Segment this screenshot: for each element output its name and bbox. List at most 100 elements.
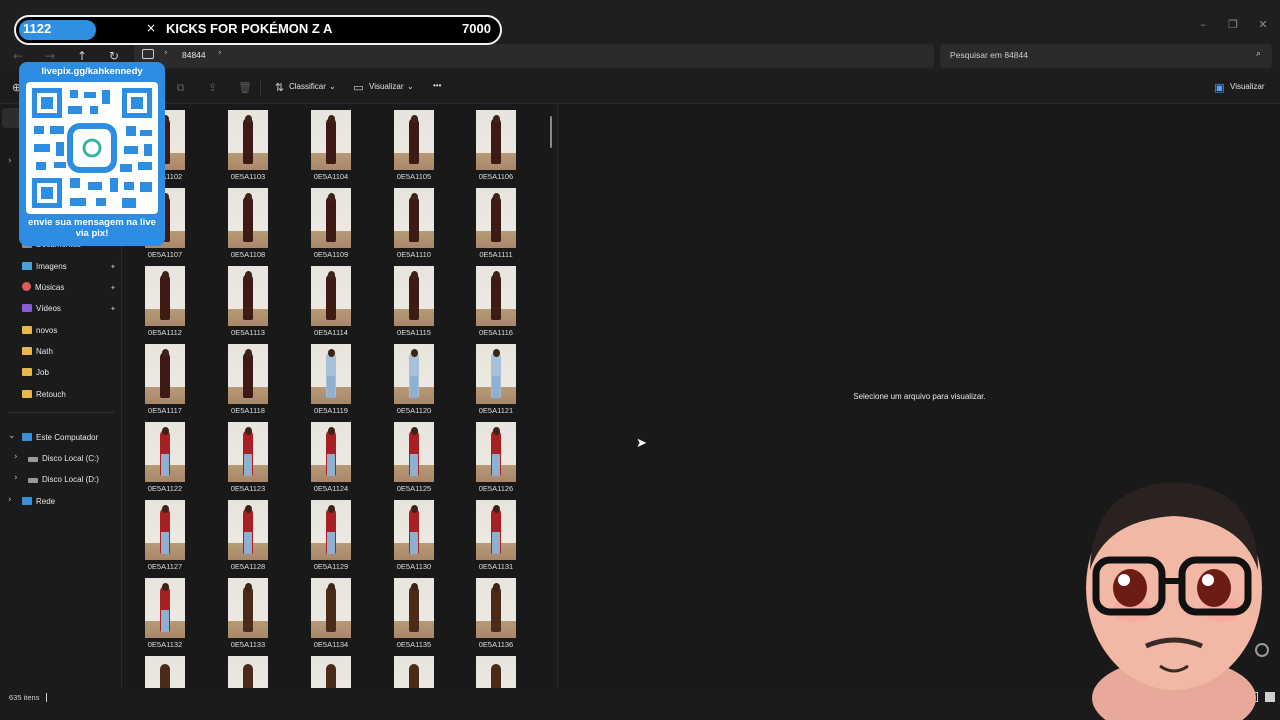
- sidebar-item-drive-d[interactable]: Disco Local (D:): [28, 473, 99, 487]
- file-name[interactable]: 0E5A1123: [213, 484, 283, 493]
- file-thumbnail[interactable]: [228, 344, 268, 404]
- file-thumbnail[interactable]: [311, 578, 351, 638]
- scrollbar-thumb[interactable]: [550, 116, 552, 148]
- file-name[interactable]: 0E5A1119: [296, 406, 366, 415]
- sort-icon[interactable]: ⇅: [273, 81, 286, 94]
- copy-icon[interactable]: ⧉: [174, 81, 187, 94]
- file-name[interactable]: 0E5A1114: [296, 328, 366, 337]
- file-thumbnail[interactable]: [145, 500, 185, 560]
- sidebar-item-network[interactable]: Rede: [22, 495, 55, 509]
- file-thumbnail[interactable]: [311, 266, 351, 326]
- expand-chevron-icon[interactable]: ⌄: [8, 431, 16, 441]
- file-thumbnail[interactable]: [476, 266, 516, 326]
- file-thumbnail[interactable]: [394, 188, 434, 248]
- file-name[interactable]: 0E5A1136: [461, 640, 531, 649]
- file-name[interactable]: 0E5A1110: [379, 250, 449, 259]
- file-thumbnail[interactable]: [476, 110, 516, 170]
- sidebar-item-nath[interactable]: Nath: [22, 345, 53, 359]
- search-input[interactable]: Pesquisar em 84844 ⌕: [940, 44, 1272, 68]
- file-name[interactable]: 0E5A1133: [213, 640, 283, 649]
- view-button[interactable]: Visualizar: [369, 82, 404, 91]
- address-bar[interactable]: › 84844 ›: [134, 44, 934, 68]
- file-thumbnail[interactable]: [228, 578, 268, 638]
- file-thumbnail[interactable]: [145, 656, 185, 688]
- file-thumbnail[interactable]: [145, 422, 185, 482]
- file-name[interactable]: 0E5A1124: [296, 484, 366, 493]
- sidebar-item-videos[interactable]: Vídeos: [22, 302, 61, 316]
- sort-button[interactable]: Classificar: [289, 82, 326, 91]
- sidebar-item-musicas[interactable]: Músicas: [22, 281, 64, 295]
- file-thumbnail[interactable]: [394, 266, 434, 326]
- file-thumbnail[interactable]: [476, 500, 516, 560]
- file-name[interactable]: 0E5A1131: [461, 562, 531, 571]
- file-thumbnail[interactable]: [311, 500, 351, 560]
- share-icon[interactable]: ⇪: [206, 81, 219, 94]
- file-thumbnail[interactable]: [476, 578, 516, 638]
- expand-chevron-icon[interactable]: ›: [8, 156, 12, 166]
- file-name[interactable]: 0E5A1134: [296, 640, 366, 649]
- file-thumbnail[interactable]: [145, 344, 185, 404]
- file-thumbnail[interactable]: [145, 266, 185, 326]
- file-thumbnail[interactable]: [311, 344, 351, 404]
- file-name[interactable]: 0E5A1132: [130, 640, 200, 649]
- sidebar-item-imagens[interactable]: Imagens: [22, 260, 67, 274]
- expand-chevron-icon[interactable]: ›: [14, 452, 18, 462]
- close-window-icon[interactable]: ✕: [1256, 18, 1270, 32]
- file-thumbnail[interactable]: [394, 500, 434, 560]
- file-thumbnail[interactable]: [228, 500, 268, 560]
- file-name[interactable]: 0E5A1104: [296, 172, 366, 181]
- file-name[interactable]: 0E5A1121: [461, 406, 531, 415]
- file-thumbnail[interactable]: [311, 422, 351, 482]
- file-name[interactable]: 0E5A1115: [379, 328, 449, 337]
- file-name[interactable]: 0E5A1103: [213, 172, 283, 181]
- file-name[interactable]: 0E5A1120: [379, 406, 449, 415]
- search-icon[interactable]: ⌕: [1256, 49, 1261, 59]
- breadcrumb-chevron-icon[interactable]: ›: [218, 48, 222, 58]
- file-name[interactable]: 0E5A1135: [379, 640, 449, 649]
- maximize-icon[interactable]: ❐: [1226, 18, 1240, 32]
- file-name[interactable]: 0E5A1108: [213, 250, 283, 259]
- file-name[interactable]: 0E5A1127: [130, 562, 200, 571]
- file-name[interactable]: 0E5A1106: [461, 172, 531, 181]
- file-thumbnail[interactable]: [476, 344, 516, 404]
- file-thumbnail[interactable]: [476, 422, 516, 482]
- expand-chevron-icon[interactable]: ›: [14, 473, 18, 483]
- file-thumbnail[interactable]: [228, 188, 268, 248]
- file-name[interactable]: 0E5A1111: [461, 250, 531, 259]
- file-thumbnail[interactable]: [394, 344, 434, 404]
- file-thumbnail[interactable]: [228, 266, 268, 326]
- preview-pane-button[interactable]: Visualizar: [1230, 82, 1265, 91]
- expand-chevron-icon[interactable]: ›: [8, 495, 12, 505]
- file-name[interactable]: 0E5A1128: [213, 562, 283, 571]
- more-options-button[interactable]: •••: [433, 81, 441, 90]
- file-thumbnail[interactable]: [145, 578, 185, 638]
- file-name[interactable]: 0E5A1118: [213, 406, 283, 415]
- file-name[interactable]: 0E5A1130: [379, 562, 449, 571]
- file-name[interactable]: 0E5A1122: [130, 484, 200, 493]
- minimize-icon[interactable]: –: [1196, 18, 1210, 32]
- file-thumbnail[interactable]: [476, 188, 516, 248]
- file-thumbnail[interactable]: [311, 656, 351, 688]
- file-thumbnail[interactable]: [394, 578, 434, 638]
- file-name[interactable]: 0E5A1107: [130, 250, 200, 259]
- sidebar-item-job[interactable]: Job: [22, 366, 49, 380]
- file-thumbnail[interactable]: [311, 110, 351, 170]
- preview-pane-icon[interactable]: ▣: [1213, 81, 1226, 94]
- file-name[interactable]: 0E5A1129: [296, 562, 366, 571]
- breadcrumb-folder[interactable]: 84844: [182, 50, 206, 60]
- file-thumbnail[interactable]: [228, 656, 268, 688]
- file-thumbnail[interactable]: [228, 110, 268, 170]
- file-name[interactable]: 0E5A1112: [130, 328, 200, 337]
- sidebar-item-drive-c[interactable]: Disco Local (C:): [28, 452, 99, 466]
- file-name[interactable]: 0E5A1116: [461, 328, 531, 337]
- file-thumbnail[interactable]: [311, 188, 351, 248]
- file-name[interactable]: 0E5A1126: [461, 484, 531, 493]
- file-name[interactable]: 0E5A1113: [213, 328, 283, 337]
- file-name[interactable]: 0E5A1105: [379, 172, 449, 181]
- file-name[interactable]: 0E5A1125: [379, 484, 449, 493]
- file-thumbnail[interactable]: [394, 656, 434, 688]
- file-thumbnail[interactable]: [476, 656, 516, 688]
- file-thumbnail[interactable]: [394, 422, 434, 482]
- file-thumbnail[interactable]: [228, 422, 268, 482]
- delete-icon[interactable]: 🗑: [238, 81, 252, 94]
